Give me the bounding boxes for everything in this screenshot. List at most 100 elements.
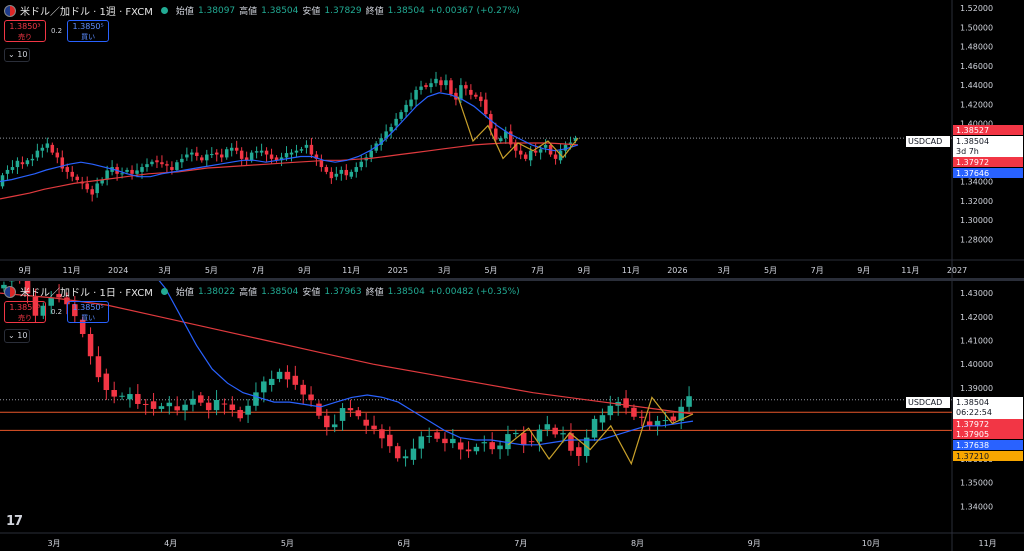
candle-body[interactable]: [319, 160, 324, 168]
candle-body[interactable]: [418, 436, 425, 449]
candle-body[interactable]: [210, 154, 214, 156]
candle-body[interactable]: [355, 410, 362, 417]
candle-body[interactable]: [479, 96, 483, 102]
candle-body[interactable]: [269, 154, 274, 159]
candle-body[interactable]: [268, 378, 275, 386]
candle-body[interactable]: [528, 150, 533, 161]
candle-body[interactable]: [662, 420, 669, 422]
candle-body[interactable]: [347, 408, 354, 411]
candle-body[interactable]: [409, 99, 413, 107]
candle-body[interactable]: [552, 427, 558, 435]
candle-body[interactable]: [363, 419, 369, 426]
candle-body[interactable]: [135, 394, 141, 404]
candle-body[interactable]: [174, 406, 180, 411]
candle-body[interactable]: [308, 394, 314, 401]
daily-chart-svg[interactable]: 1.340001.350001.360001.370001.380001.390…: [0, 281, 1024, 551]
candle-body[interactable]: [105, 170, 109, 180]
candle-body[interactable]: [473, 446, 480, 452]
candle-body[interactable]: [245, 405, 251, 415]
candle-body[interactable]: [379, 429, 385, 439]
candle-body[interactable]: [563, 144, 568, 151]
candle-body[interactable]: [180, 158, 184, 163]
candle-body[interactable]: [284, 371, 291, 380]
candle-body[interactable]: [324, 167, 329, 172]
weekly-chart-pane[interactable]: 1.280001.300001.320001.340001.360001.380…: [0, 0, 1024, 278]
candle-body[interactable]: [261, 381, 267, 393]
candle-body[interactable]: [497, 445, 503, 450]
candle-body[interactable]: [190, 398, 196, 405]
candle-body[interactable]: [259, 150, 264, 153]
candle-body[interactable]: [150, 401, 157, 409]
candle-body[interactable]: [304, 144, 309, 148]
candle-body[interactable]: [239, 150, 244, 159]
candle-body[interactable]: [190, 152, 194, 155]
candle-body[interactable]: [40, 147, 45, 151]
candle-body[interactable]: [686, 396, 692, 407]
candle-body[interactable]: [481, 442, 488, 444]
indicator-collapse-button[interactable]: ⌄ 10: [4, 48, 30, 62]
candle-body[interactable]: [359, 161, 363, 168]
candle-body[interactable]: [198, 395, 204, 403]
candle-body[interactable]: [135, 170, 139, 174]
candle-body[interactable]: [560, 433, 566, 435]
candle-body[interactable]: [205, 402, 212, 411]
candle-body[interactable]: [424, 85, 428, 88]
candle-body[interactable]: [125, 169, 129, 172]
candle-body[interactable]: [10, 167, 15, 170]
candle-body[interactable]: [654, 420, 661, 426]
candle-body[interactable]: [631, 407, 637, 417]
candle-body[interactable]: [457, 442, 464, 450]
candle-body[interactable]: [254, 151, 259, 153]
sell-button[interactable]: 1.3850³ 売り: [4, 301, 46, 323]
buy-button[interactable]: 1.3850⁵ 買い: [67, 20, 110, 42]
candle-body[interactable]: [158, 406, 165, 409]
zigzag-line[interactable]: [457, 96, 579, 160]
candle-body[interactable]: [387, 434, 393, 447]
candle-body[interactable]: [518, 150, 523, 155]
candle-body[interactable]: [442, 438, 448, 444]
candle-body[interactable]: [219, 154, 224, 158]
candle-body[interactable]: [484, 99, 488, 115]
candle-body[interactable]: [536, 429, 543, 442]
candle-body[interactable]: [331, 424, 338, 428]
candle-body[interactable]: [95, 183, 99, 194]
candle-body[interactable]: [284, 153, 289, 158]
candle-body[interactable]: [344, 169, 349, 176]
candle-body[interactable]: [264, 150, 269, 155]
candle-body[interactable]: [35, 150, 40, 158]
candle-body[interactable]: [145, 164, 149, 168]
candle-body[interactable]: [229, 404, 236, 410]
symbol-title[interactable]: 米ドル／加ドル · 1週 · FXCM: [20, 3, 153, 18]
weekly-chart-svg[interactable]: 1.280001.300001.320001.340001.360001.380…: [0, 0, 1024, 278]
candle-body[interactable]: [20, 162, 25, 165]
candle-body[interactable]: [646, 421, 653, 426]
candle-body[interactable]: [465, 449, 472, 452]
candle-body[interactable]: [215, 152, 219, 155]
ma-fast-line[interactable]: [150, 281, 694, 446]
candle-body[interactable]: [444, 80, 448, 86]
candle-body[interactable]: [439, 80, 443, 86]
candle-body[interactable]: [449, 80, 453, 95]
candle-body[interactable]: [316, 403, 322, 416]
candle-body[interactable]: [111, 390, 117, 397]
candle-body[interactable]: [249, 152, 254, 161]
candle-body[interactable]: [142, 403, 149, 405]
daily-chart-pane[interactable]: 1.340001.350001.360001.370001.380001.390…: [0, 281, 1024, 551]
candle-body[interactable]: [182, 404, 188, 411]
candle-body[interactable]: [339, 408, 346, 421]
candle-body[interactable]: [90, 189, 94, 195]
candle-body[interactable]: [55, 152, 60, 158]
symbol-title[interactable]: 米ドル／加ドル · 1日 · FXCM: [20, 284, 153, 299]
candle-body[interactable]: [576, 447, 582, 456]
candle-body[interactable]: [394, 118, 398, 126]
candle-body[interactable]: [450, 438, 456, 444]
candle-body[interactable]: [166, 402, 173, 407]
candle-body[interactable]: [464, 85, 468, 89]
candle-body[interactable]: [140, 167, 144, 172]
candle-body[interactable]: [200, 157, 204, 161]
candle-body[interactable]: [499, 138, 503, 142]
candle-body[interactable]: [120, 173, 124, 175]
candle-body[interactable]: [404, 104, 408, 113]
candle-body[interactable]: [369, 150, 373, 158]
candle-body[interactable]: [75, 176, 79, 181]
